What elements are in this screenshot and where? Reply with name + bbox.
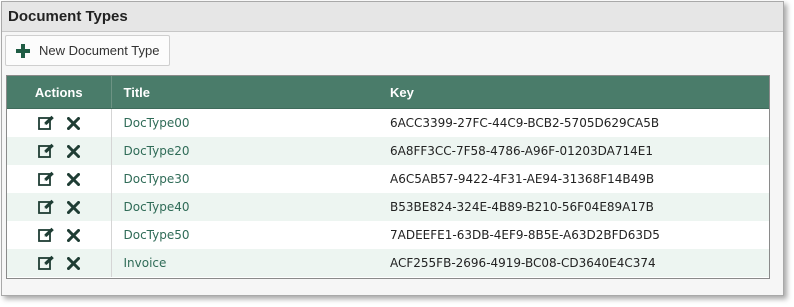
edit-icon[interactable] — [37, 171, 55, 187]
actions-cell — [7, 108, 112, 137]
toolbar: New Document Type — [2, 32, 783, 69]
key-cell: 6A8FF3CC-7F58-4786-A96F-01203DA714E1 — [378, 137, 769, 165]
actions-cell — [7, 137, 112, 165]
table-body: DocType00 6ACC3399-27FC-44C9-BCB2-5705D6… — [7, 108, 769, 277]
key-cell: A6C5AB57-9422-4F31-AE94-31368F14B49B — [390, 172, 655, 186]
title-cell[interactable]: DocType40 — [111, 193, 378, 221]
actions-cell — [7, 249, 112, 277]
delete-icon[interactable] — [66, 115, 81, 131]
edit-icon[interactable] — [37, 227, 55, 243]
edit-icon[interactable] — [37, 199, 55, 215]
table-row: DocType50 7ADEEFE1-63DB-4EF9-8B5E-A63D2B… — [7, 221, 769, 249]
title-cell[interactable]: DocType50 — [111, 221, 378, 249]
delete-icon[interactable] — [66, 227, 81, 243]
document-types-table: Actions Title Key DocType00 6ACC3399-27F… — [7, 76, 769, 277]
title-cell[interactable]: DocType20 — [111, 137, 378, 165]
actions-cell — [7, 221, 112, 249]
actions-cell — [7, 165, 112, 193]
edit-icon[interactable] — [37, 255, 55, 271]
table-row: DocType40 B53BE824-324E-4B89-B210-56F04E… — [7, 193, 769, 221]
panel-header: Document Types — [2, 2, 783, 32]
new-document-type-button[interactable]: New Document Type — [5, 35, 171, 66]
title-cell[interactable]: Invoice — [111, 249, 378, 277]
edit-icon[interactable] — [37, 115, 55, 131]
plus-icon — [15, 43, 31, 59]
document-types-grid: Actions Title Key DocType00 6ACC3399-27F… — [6, 75, 770, 279]
title-cell[interactable]: DocType00 — [111, 109, 378, 138]
delete-icon[interactable] — [66, 171, 81, 187]
column-header-key[interactable]: Key — [378, 76, 769, 109]
key-cell: 7ADEEFE1-63DB-4EF9-8B5E-A63D2BFD63D5 — [390, 228, 660, 242]
table-row: DocType00 6ACC3399-27FC-44C9-BCB2-5705D6… — [7, 108, 769, 138]
new-document-type-label: New Document Type — [39, 43, 160, 58]
delete-icon[interactable] — [66, 199, 81, 215]
table-header-row: Actions Title Key — [7, 76, 769, 109]
key-cell: B53BE824-324E-4B89-B210-56F04E89A17B — [378, 193, 769, 221]
edit-icon[interactable] — [37, 143, 55, 159]
actions-cell — [7, 193, 112, 221]
column-header-title[interactable]: Title — [111, 76, 378, 109]
key-cell: ACF255FB-2696-4919-BC08-CD3640E4C374 — [378, 249, 769, 277]
table-row: DocType20 6A8FF3CC-7F58-4786-A96F-01203D… — [7, 137, 769, 165]
delete-icon[interactable] — [66, 255, 81, 271]
title-cell[interactable]: DocType30 — [111, 165, 378, 193]
delete-icon[interactable] — [66, 143, 81, 159]
column-header-actions: Actions — [7, 76, 112, 109]
document-types-panel: Document Types New Document Type Actions — [1, 1, 784, 296]
table-row: DocType30 A6C5AB57-9422-4F31-AE94-31368F… — [7, 165, 769, 193]
table-row: Invoice ACF255FB-2696-4919-BC08-CD3640E4… — [7, 249, 769, 277]
key-cell: 6ACC3399-27FC-44C9-BCB2-5705D629CA5B — [390, 116, 660, 130]
panel-title: Document Types — [8, 8, 128, 25]
